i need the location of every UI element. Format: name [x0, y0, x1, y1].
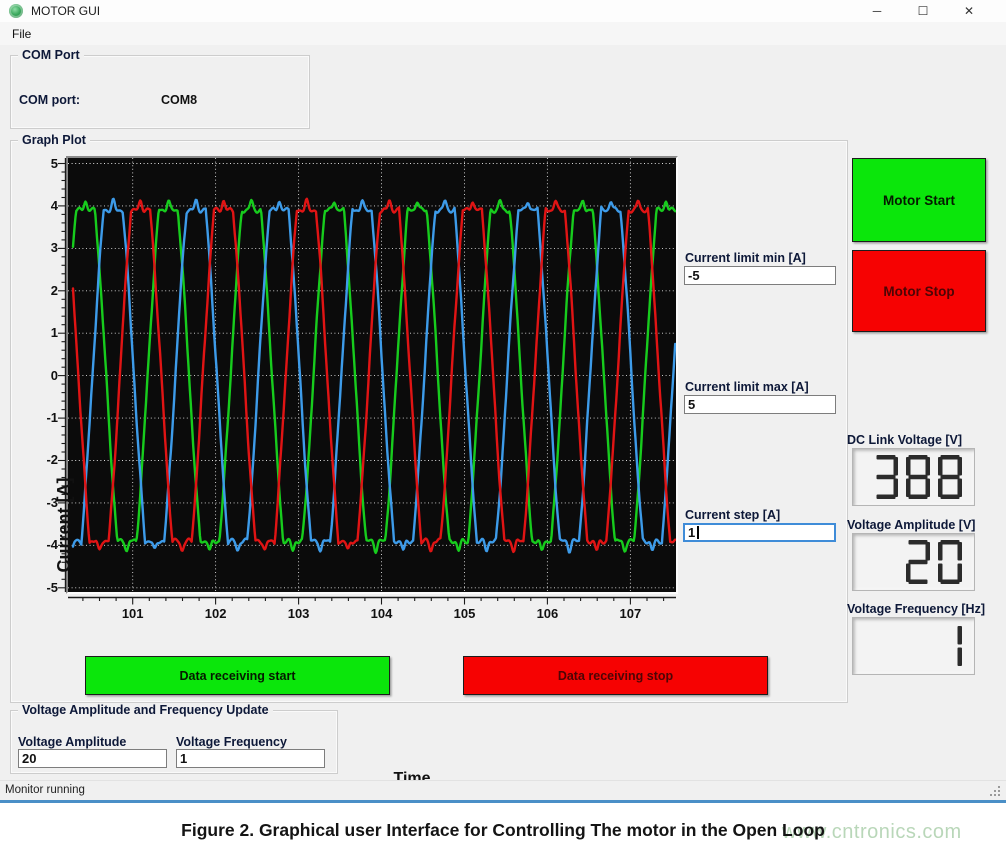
voltage-frequency-input-label: Voltage Frequency [176, 735, 287, 749]
menu-file[interactable]: File [8, 26, 35, 42]
voltage-update-group: Voltage Amplitude and Frequency Update V… [10, 710, 338, 774]
dc-link-voltage-label: DC Link Voltage [V] [847, 433, 962, 447]
y-tick-label: 1 [34, 325, 58, 340]
x-tick-label: 106 [527, 606, 567, 621]
seven-segment-voltage-frequency [858, 623, 970, 669]
com-port-group: COM Port COM port: COM8 [10, 55, 310, 129]
app-window: MOTOR GUI ─ ☐ ✕ File COM Port COM port: … [0, 0, 1006, 800]
voltage-amplitude-display-label: Voltage Amplitude [V] [847, 518, 975, 532]
current-limit-max-input[interactable] [684, 395, 836, 414]
title-bar: MOTOR GUI ─ ☐ ✕ [0, 0, 1006, 22]
app-logo-icon [9, 4, 23, 18]
seven-segment-dc-link [858, 454, 970, 500]
status-bar: Monitor running [0, 780, 1006, 801]
y-tick-label: 4 [34, 198, 58, 213]
voltage-frequency-input[interactable] [176, 749, 325, 768]
current-chart: Current [A] Time 543210-1-2-3-4-51011021… [40, 150, 684, 624]
voltage-frequency-display-label: Voltage Frequency [Hz] [847, 602, 985, 616]
minimize-button[interactable]: ─ [854, 0, 900, 22]
current-step-input[interactable] [683, 523, 836, 542]
x-tick-label: 105 [444, 606, 484, 621]
current-limit-min-input[interactable] [684, 266, 836, 285]
motor-start-label: Motor Start [883, 193, 955, 208]
y-tick-label: -4 [34, 537, 58, 552]
maximize-button[interactable]: ☐ [900, 0, 946, 22]
y-tick-label: 5 [34, 156, 58, 171]
graph-plot-group-title: Graph Plot [18, 133, 90, 147]
dc-link-voltage-display [852, 448, 975, 506]
com-port-group-title: COM Port [18, 48, 84, 62]
resize-grip-icon[interactable] [998, 794, 1000, 796]
y-tick-label: -3 [34, 495, 58, 510]
page: MOTOR GUI ─ ☐ ✕ File COM Port COM port: … [0, 0, 1006, 848]
caption-area: www.cntronics.com Figure 2. Graphical us… [0, 803, 1006, 848]
text-caret [697, 526, 699, 539]
figure-caption: Figure 2. Graphical user Interface for C… [0, 820, 1006, 841]
y-tick-label: -5 [34, 580, 58, 595]
x-tick-label: 101 [113, 606, 153, 621]
data-receiving-stop-button[interactable]: Data receiving stop [463, 656, 768, 695]
y-tick-label: -2 [34, 452, 58, 467]
current-limit-max-label: Current limit max [A] [685, 380, 809, 394]
seven-segment-voltage-amplitude [858, 539, 970, 585]
x-tick-label: 102 [196, 606, 236, 621]
voltage-update-group-title: Voltage Amplitude and Frequency Update [18, 703, 273, 717]
x-tick-label: 103 [279, 606, 319, 621]
motor-stop-label: Motor Stop [883, 284, 954, 299]
x-tick-label: 104 [362, 606, 402, 621]
y-tick-label: 3 [34, 240, 58, 255]
menu-bar: File [0, 22, 1006, 45]
plot-axes [40, 150, 684, 624]
motor-stop-button[interactable]: Motor Stop [852, 250, 986, 332]
voltage-amplitude-input[interactable] [18, 749, 167, 768]
voltage-amplitude-display [852, 533, 975, 591]
y-tick-label: 2 [34, 283, 58, 298]
data-receiving-stop-label: Data receiving stop [558, 669, 673, 683]
data-receiving-start-label: Data receiving start [179, 669, 295, 683]
status-text: Monitor running [5, 784, 85, 796]
com-port-label: COM port: [19, 93, 80, 107]
com-port-value: COM8 [161, 93, 197, 107]
motor-start-button[interactable]: Motor Start [852, 158, 986, 242]
current-step-label: Current step [A] [685, 508, 780, 522]
y-tick-label: 0 [34, 368, 58, 383]
voltage-amplitude-input-label: Voltage Amplitude [18, 735, 126, 749]
voltage-frequency-display [852, 617, 975, 675]
data-receiving-start-button[interactable]: Data receiving start [85, 656, 390, 695]
close-button[interactable]: ✕ [946, 0, 992, 22]
current-limit-min-label: Current limit min [A] [685, 251, 806, 265]
window-title: MOTOR GUI [31, 4, 100, 18]
y-tick-label: -1 [34, 410, 58, 425]
x-tick-label: 107 [610, 606, 650, 621]
